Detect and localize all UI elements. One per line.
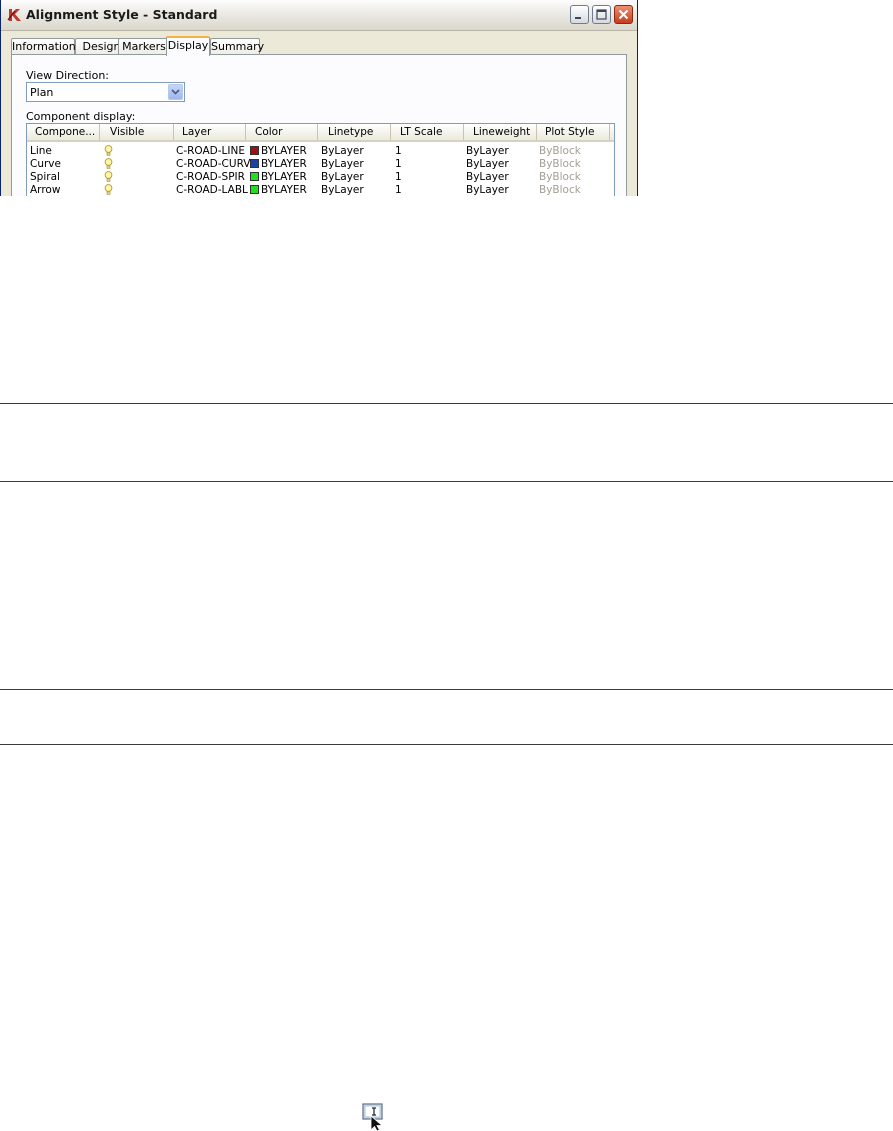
column-header-plot-style[interactable]: Plot Style (537, 124, 610, 140)
cell-lineweight[interactable]: ByLayer (466, 158, 509, 171)
table-row[interactable]: Line C-ROAD-LINE BYLAYER ByLayer 1 ByLay… (27, 145, 614, 158)
column-header-component[interactable]: Compone... (27, 124, 100, 140)
divider (0, 403, 893, 404)
view-direction-value: Plan (30, 86, 54, 99)
bulb-on-icon (104, 158, 113, 169)
window-title: Alignment Style - Standard (26, 7, 218, 22)
table-row[interactable]: Curve C-ROAD-CURV BYLAYER ByLayer 1 ByLa… (27, 158, 614, 171)
visible-toggle[interactable] (104, 171, 113, 184)
tab-summary[interactable]: Summary (210, 38, 264, 55)
close-button[interactable] (614, 5, 633, 24)
cell-linetype[interactable]: ByLayer (321, 158, 364, 171)
cell-lineweight[interactable]: ByLayer (466, 171, 509, 184)
cell-lineweight[interactable]: ByLayer (466, 184, 509, 196)
title-bar[interactable]: Alignment Style - Standard (1, 0, 637, 31)
cell-linetype[interactable]: ByLayer (321, 184, 364, 196)
cell-layer[interactable]: C-ROAD-LABL (176, 184, 248, 196)
app-icon (7, 9, 21, 21)
cell-layer[interactable]: C-ROAD-CURV (176, 158, 250, 171)
table-row[interactable]: Spiral C-ROAD-SPIR BYLAYER ByLayer 1 ByL… (27, 171, 614, 184)
visible-toggle[interactable] (104, 145, 113, 158)
component-display-label: Component display: (26, 110, 136, 123)
bulb-on-icon (104, 171, 113, 182)
bulb-on-icon (104, 184, 113, 195)
cell-color[interactable]: BYLAYER (250, 171, 307, 184)
column-header-linetype[interactable]: Linetype (318, 124, 391, 140)
column-header-lineweight[interactable]: Lineweight (464, 124, 537, 140)
cell-lt-scale[interactable]: 1 (395, 184, 402, 196)
cell-lt-scale[interactable]: 1 (395, 158, 402, 171)
view-direction-label: View Direction: (26, 69, 109, 82)
visible-toggle[interactable] (104, 158, 113, 171)
cell-plot-style: ByBlock (539, 158, 581, 170)
table-row[interactable]: Arrow C-ROAD-LABL BYLAYER ByLayer 1 ByLa… (27, 184, 614, 196)
tab-markers[interactable]: Markers (118, 38, 170, 55)
cell-plot-style: ByBlock (539, 145, 581, 157)
component-display-table: Compone... Visible Layer Color Linetype … (26, 123, 615, 196)
column-header-layer[interactable]: Layer (174, 124, 246, 140)
cell-component: Curve (30, 158, 61, 170)
color-label: BYLAYER (261, 158, 307, 170)
tab-information[interactable]: Information (11, 38, 76, 55)
divider (0, 481, 893, 482)
table-header: Compone... Visible Layer Color Linetype … (27, 124, 614, 142)
close-icon (618, 9, 629, 20)
column-header-color[interactable]: Color (246, 124, 318, 140)
cell-component: Arrow (30, 184, 61, 196)
minimize-icon (575, 17, 581, 19)
color-label: BYLAYER (261, 171, 307, 183)
color-label: BYLAYER (261, 145, 307, 157)
divider (0, 689, 893, 690)
chevron-down-icon (171, 89, 180, 95)
color-swatch (250, 172, 259, 181)
minimize-button[interactable] (570, 5, 589, 24)
cell-lt-scale[interactable]: 1 (395, 171, 402, 184)
column-header-lt-scale[interactable]: LT Scale (391, 124, 464, 140)
cell-color[interactable]: BYLAYER (250, 145, 307, 158)
alignment-style-dialog: Alignment Style - Standard Information D… (0, 0, 638, 196)
color-swatch (250, 159, 259, 168)
cell-component: Spiral (30, 171, 60, 183)
divider (0, 744, 893, 745)
dropdown-button[interactable] (168, 84, 183, 100)
tab-display[interactable]: Display (166, 36, 210, 56)
cell-lt-scale[interactable]: 1 (395, 145, 402, 158)
cell-plot-style: ByBlock (539, 184, 581, 196)
column-header-visible[interactable]: Visible (100, 124, 174, 140)
visible-toggle[interactable] (104, 184, 113, 196)
color-label: BYLAYER (261, 184, 307, 196)
cell-color[interactable]: BYLAYER (250, 184, 307, 196)
cell-layer[interactable]: C-ROAD-LINE (176, 145, 245, 158)
cell-layer[interactable]: C-ROAD-SPIR (176, 171, 245, 184)
color-swatch (250, 146, 259, 155)
cell-plot-style: ByBlock (539, 171, 581, 183)
cell-component: Line (30, 145, 52, 157)
edit-cursor-icon (362, 1103, 384, 1131)
maximize-icon (596, 9, 607, 20)
bulb-on-icon (104, 145, 113, 156)
color-swatch (250, 185, 259, 194)
view-direction-select[interactable]: Plan (26, 82, 185, 102)
cell-lineweight[interactable]: ByLayer (466, 145, 509, 158)
cell-linetype[interactable]: ByLayer (321, 171, 364, 184)
maximize-button[interactable] (592, 5, 611, 24)
cell-color[interactable]: BYLAYER (250, 158, 307, 171)
cell-linetype[interactable]: ByLayer (321, 145, 364, 158)
